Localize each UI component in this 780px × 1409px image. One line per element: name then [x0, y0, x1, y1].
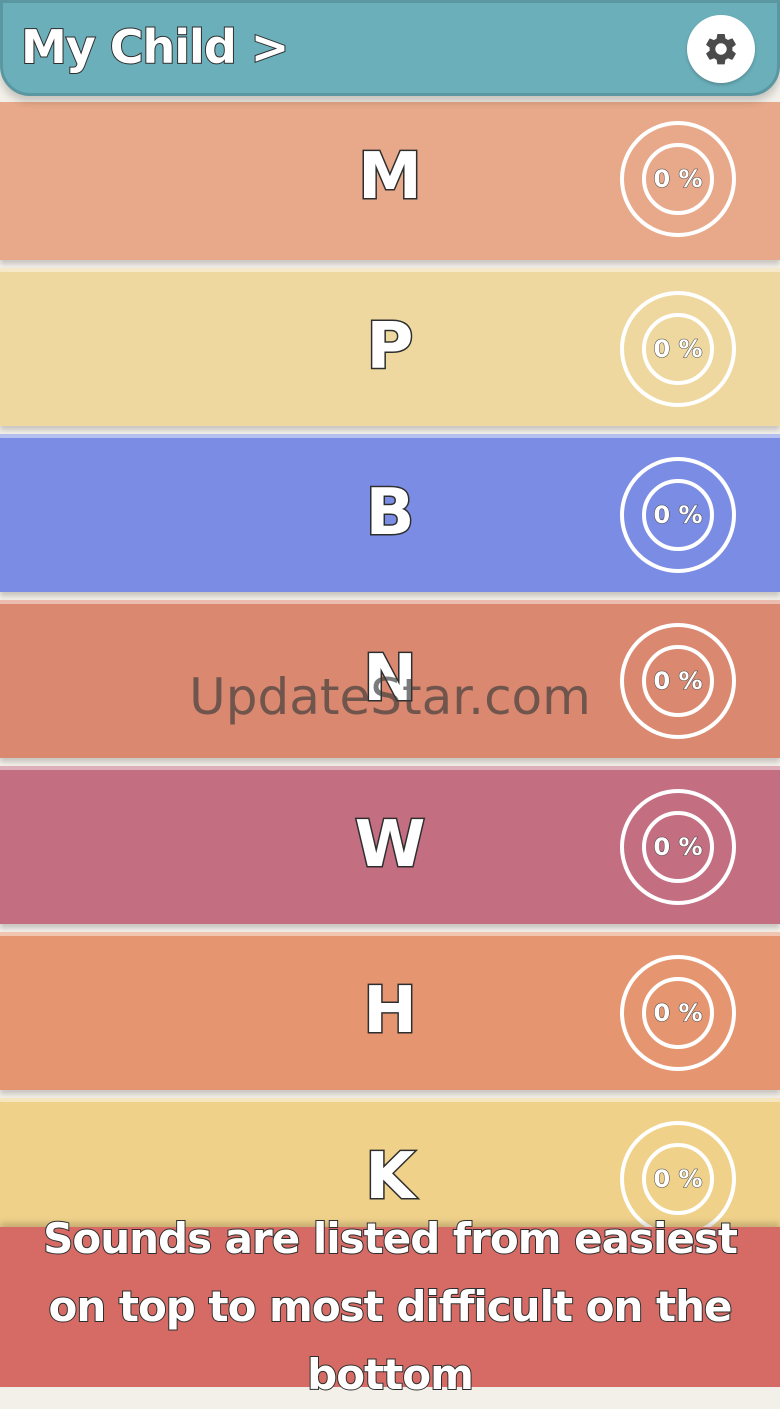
progress-percent: 0 % [653, 667, 703, 696]
sound-row-h[interactable]: H 0 % [0, 932, 780, 1090]
sound-list: M 0 % P 0 % B 0 % N 0 % W 0 % H 0 % K 0 … [0, 96, 780, 1264]
difficulty-hint-banner: Sounds are listed from easiest on top to… [0, 1213, 780, 1400]
gear-icon [706, 33, 736, 65]
progress-percent: 0 % [653, 833, 703, 862]
progress-percent: 0 % [653, 999, 703, 1028]
sound-row-n[interactable]: N 0 % [0, 600, 780, 758]
progress-percent: 0 % [653, 165, 703, 194]
top-bar: My Child > [0, 0, 780, 96]
sound-row-m[interactable]: M 0 % [0, 102, 780, 260]
progress-percent: 0 % [653, 501, 703, 530]
sound-row-p[interactable]: P 0 % [0, 268, 780, 426]
settings-button[interactable] [687, 15, 755, 83]
child-selector-link[interactable]: My Child > [20, 19, 290, 75]
difficulty-hint-text: Sounds are listed from easiest on top to… [42, 1213, 739, 1400]
progress-percent: 0 % [653, 335, 703, 364]
sound-row-w[interactable]: W 0 % [0, 766, 780, 924]
sound-row-b[interactable]: B 0 % [0, 434, 780, 592]
